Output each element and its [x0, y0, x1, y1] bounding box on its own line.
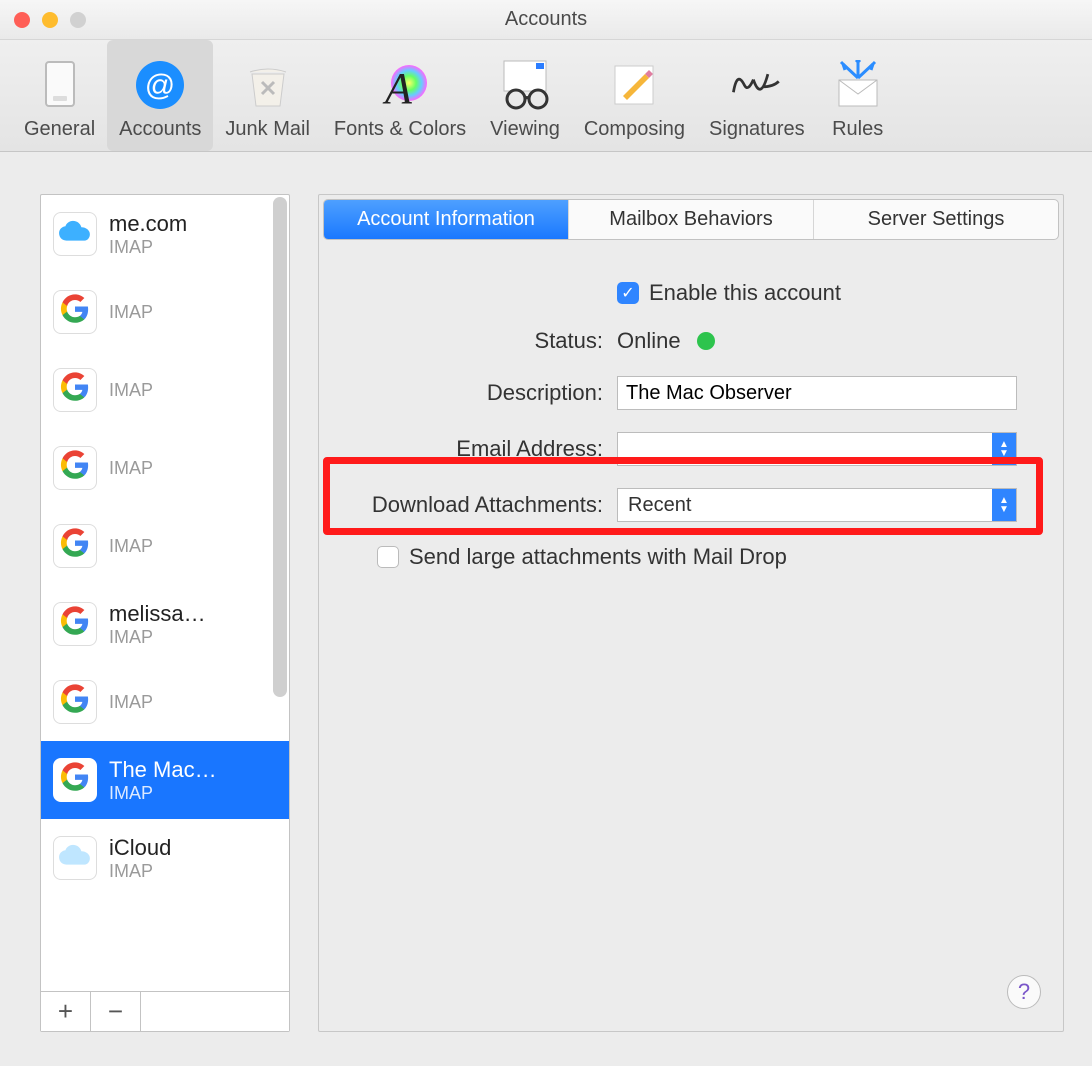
toolbar-label: Junk Mail: [225, 118, 309, 141]
status-value: Online: [617, 328, 681, 354]
toolbar-rules[interactable]: Rules: [817, 40, 899, 151]
status-label: Status:: [323, 328, 603, 354]
dropdown-arrows-icon: ▲▼: [992, 489, 1016, 521]
account-list-item[interactable]: IMAP: [41, 663, 289, 741]
account-list-item[interactable]: iCloudIMAP: [41, 819, 289, 897]
account-list-item[interactable]: IMAP: [41, 507, 289, 585]
titlebar: Accounts: [0, 0, 1092, 40]
composing-icon: [605, 56, 663, 114]
account-list-item[interactable]: IMAP: [41, 429, 289, 507]
account-list-item[interactable]: IMAP: [41, 273, 289, 351]
account-protocol: IMAP: [109, 380, 277, 401]
google-icon: [60, 528, 90, 565]
toolbar-label: Fonts & Colors: [334, 118, 466, 141]
google-icon: [60, 450, 90, 487]
signatures-icon: [728, 56, 786, 114]
svg-text:@: @: [145, 69, 175, 102]
toolbar-label: Rules: [832, 118, 883, 141]
toolbar-general[interactable]: General: [12, 40, 107, 151]
account-name: me.com: [109, 211, 277, 237]
help-button[interactable]: ?: [1007, 975, 1041, 1009]
toolbar-label: General: [24, 118, 95, 141]
toolbar-fonts[interactable]: A Fonts & Colors: [322, 40, 478, 151]
toolbar-composing[interactable]: Composing: [572, 40, 697, 151]
tab-mailbox-behaviors[interactable]: Mailbox Behaviors: [569, 200, 814, 239]
rules-icon: [829, 56, 887, 114]
fonts-icon: A: [371, 56, 429, 114]
add-account-button[interactable]: +: [41, 992, 91, 1031]
account-protocol: IMAP: [109, 692, 277, 713]
account-protocol: IMAP: [109, 783, 277, 804]
account-protocol: IMAP: [109, 237, 277, 258]
tab-account-information[interactable]: Account Information: [324, 200, 569, 239]
sidebar-scrollbar[interactable]: [273, 197, 287, 697]
toolbar-signatures[interactable]: Signatures: [697, 40, 817, 151]
toolbar-label: Signatures: [709, 118, 805, 141]
account-name: melissa…: [109, 601, 277, 627]
account-list-item[interactable]: melissa…IMAP: [41, 585, 289, 663]
account-protocol: IMAP: [109, 861, 277, 882]
minimize-window-button[interactable]: [42, 12, 58, 28]
content-area: me.comIMAP IMAP IMAP IMAP IMAP melissa…I…: [0, 152, 1092, 1052]
description-label: Description:: [323, 380, 603, 406]
svg-text:A: A: [382, 64, 413, 109]
account-tabs: Account Information Mailbox Behaviors Se…: [323, 199, 1059, 240]
email-address-select[interactable]: ▲▼: [617, 432, 1017, 466]
toolbar-junk[interactable]: Junk Mail: [213, 40, 321, 151]
google-icon: [60, 294, 90, 331]
toolbar-label: Accounts: [119, 118, 201, 141]
preferences-toolbar: General @ Accounts Junk Mail A Fonts & C…: [0, 40, 1092, 152]
google-icon: [60, 684, 90, 721]
account-list-item[interactable]: The Mac…IMAP: [41, 741, 289, 819]
maildrop-checkbox[interactable]: [377, 546, 399, 568]
google-icon: [60, 372, 90, 409]
download-attachments-select[interactable]: Recent ▲▼: [617, 488, 1017, 522]
account-protocol: IMAP: [109, 302, 277, 323]
enable-account-label: Enable this account: [649, 280, 841, 306]
enable-account-checkbox[interactable]: ✓: [617, 282, 639, 304]
accounts-icon: @: [131, 56, 189, 114]
remove-account-button[interactable]: −: [91, 992, 141, 1031]
account-list-item[interactable]: me.comIMAP: [41, 195, 289, 273]
icloud-icon: [58, 218, 92, 250]
junk-icon: [239, 56, 297, 114]
icloud-icon: [58, 842, 92, 874]
status-indicator-icon: [697, 332, 715, 350]
download-attachments-value: Recent: [628, 494, 691, 517]
account-protocol: IMAP: [109, 458, 277, 479]
maildrop-label: Send large attachments with Mail Drop: [409, 544, 787, 570]
tab-server-settings[interactable]: Server Settings: [814, 200, 1058, 239]
viewing-icon: [496, 56, 554, 114]
account-protocol: IMAP: [109, 536, 277, 557]
email-address-label: Email Address:: [323, 436, 603, 462]
toolbar-label: Composing: [584, 118, 685, 141]
google-icon: [60, 606, 90, 643]
google-icon: [60, 762, 90, 799]
toolbar-accounts[interactable]: @ Accounts: [107, 40, 213, 151]
description-input[interactable]: [617, 376, 1017, 410]
account-name: The Mac…: [109, 757, 277, 783]
account-name: iCloud: [109, 835, 277, 861]
toolbar-viewing[interactable]: Viewing: [478, 40, 572, 151]
account-list-item[interactable]: IMAP: [41, 351, 289, 429]
dropdown-arrows-icon: ▲▼: [992, 433, 1016, 465]
download-attachments-label: Download Attachments:: [323, 492, 603, 518]
account-protocol: IMAP: [109, 627, 277, 648]
general-icon: [31, 56, 89, 114]
accounts-sidebar: me.comIMAP IMAP IMAP IMAP IMAP melissa…I…: [40, 194, 290, 1032]
account-detail-panel: Account Information Mailbox Behaviors Se…: [318, 194, 1064, 1032]
zoom-window-button[interactable]: [70, 12, 86, 28]
close-window-button[interactable]: [14, 12, 30, 28]
toolbar-label: Viewing: [490, 118, 560, 141]
window-title: Accounts: [0, 8, 1092, 31]
